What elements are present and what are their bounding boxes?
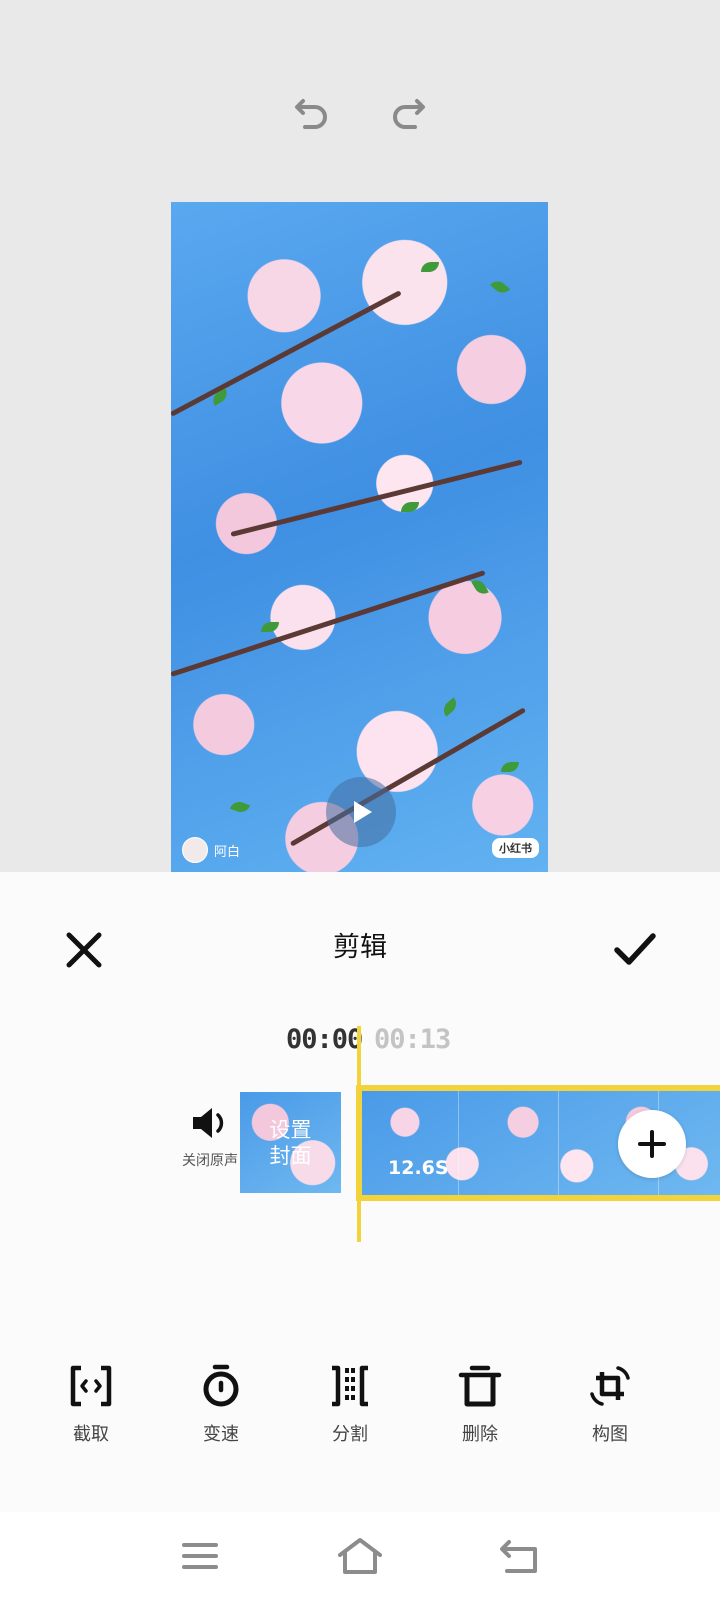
mute-original-button[interactable]: 关闭原声 bbox=[178, 1106, 242, 1190]
clip-duration: 12.6S bbox=[388, 1157, 449, 1179]
compose-icon bbox=[590, 1366, 630, 1406]
menu-icon bbox=[182, 1543, 218, 1569]
tool-speed[interactable]: 变速 bbox=[171, 1364, 271, 1454]
speaker-icon bbox=[193, 1108, 224, 1138]
cover-label: 设置封面 bbox=[269, 1117, 312, 1168]
delete-icon bbox=[458, 1365, 502, 1407]
tool-label: 删除 bbox=[462, 1424, 498, 1445]
back-icon bbox=[500, 1540, 537, 1573]
split-icon bbox=[332, 1365, 368, 1407]
speed-icon bbox=[203, 1364, 239, 1407]
check-icon bbox=[614, 933, 656, 965]
undo-button[interactable] bbox=[284, 84, 340, 140]
tool-split[interactable]: 分割 bbox=[300, 1364, 400, 1454]
nav-home-button[interactable] bbox=[336, 1532, 384, 1580]
current-time: 00:00 bbox=[286, 1024, 363, 1055]
avatar bbox=[182, 837, 208, 863]
home-icon bbox=[338, 1538, 382, 1574]
undo-icon bbox=[295, 99, 327, 129]
nav-back-button[interactable] bbox=[496, 1532, 544, 1580]
play-icon bbox=[354, 801, 372, 823]
tool-compose[interactable]: 构图 bbox=[560, 1364, 660, 1454]
add-clip-button[interactable] bbox=[618, 1110, 686, 1178]
tool-delete[interactable]: 删除 bbox=[430, 1364, 530, 1454]
redo-button[interactable] bbox=[380, 84, 436, 140]
tool-trim[interactable]: 截取 bbox=[41, 1364, 141, 1454]
video-preview[interactable] bbox=[171, 202, 548, 872]
confirm-button[interactable] bbox=[612, 928, 658, 972]
trim-icon bbox=[70, 1365, 112, 1407]
total-time: 00:13 bbox=[374, 1024, 451, 1055]
watermark-username: 阿白 bbox=[214, 844, 241, 860]
tool-label: 构图 bbox=[592, 1424, 628, 1445]
playhead[interactable] bbox=[357, 1026, 361, 1242]
nav-recent-apps-button[interactable] bbox=[176, 1532, 224, 1580]
tool-label: 截取 bbox=[73, 1424, 109, 1445]
watermark-brand: 小红书 bbox=[492, 838, 539, 858]
tool-label: 分割 bbox=[332, 1424, 368, 1445]
set-cover-button[interactable]: 设置封面 bbox=[240, 1092, 341, 1193]
mute-label: 关闭原声 bbox=[182, 1153, 238, 1169]
watermark-user: 阿白 bbox=[182, 837, 240, 863]
redo-icon bbox=[393, 99, 425, 129]
plus-icon bbox=[638, 1130, 666, 1158]
tool-label: 变速 bbox=[203, 1424, 239, 1445]
play-button[interactable] bbox=[326, 777, 396, 847]
